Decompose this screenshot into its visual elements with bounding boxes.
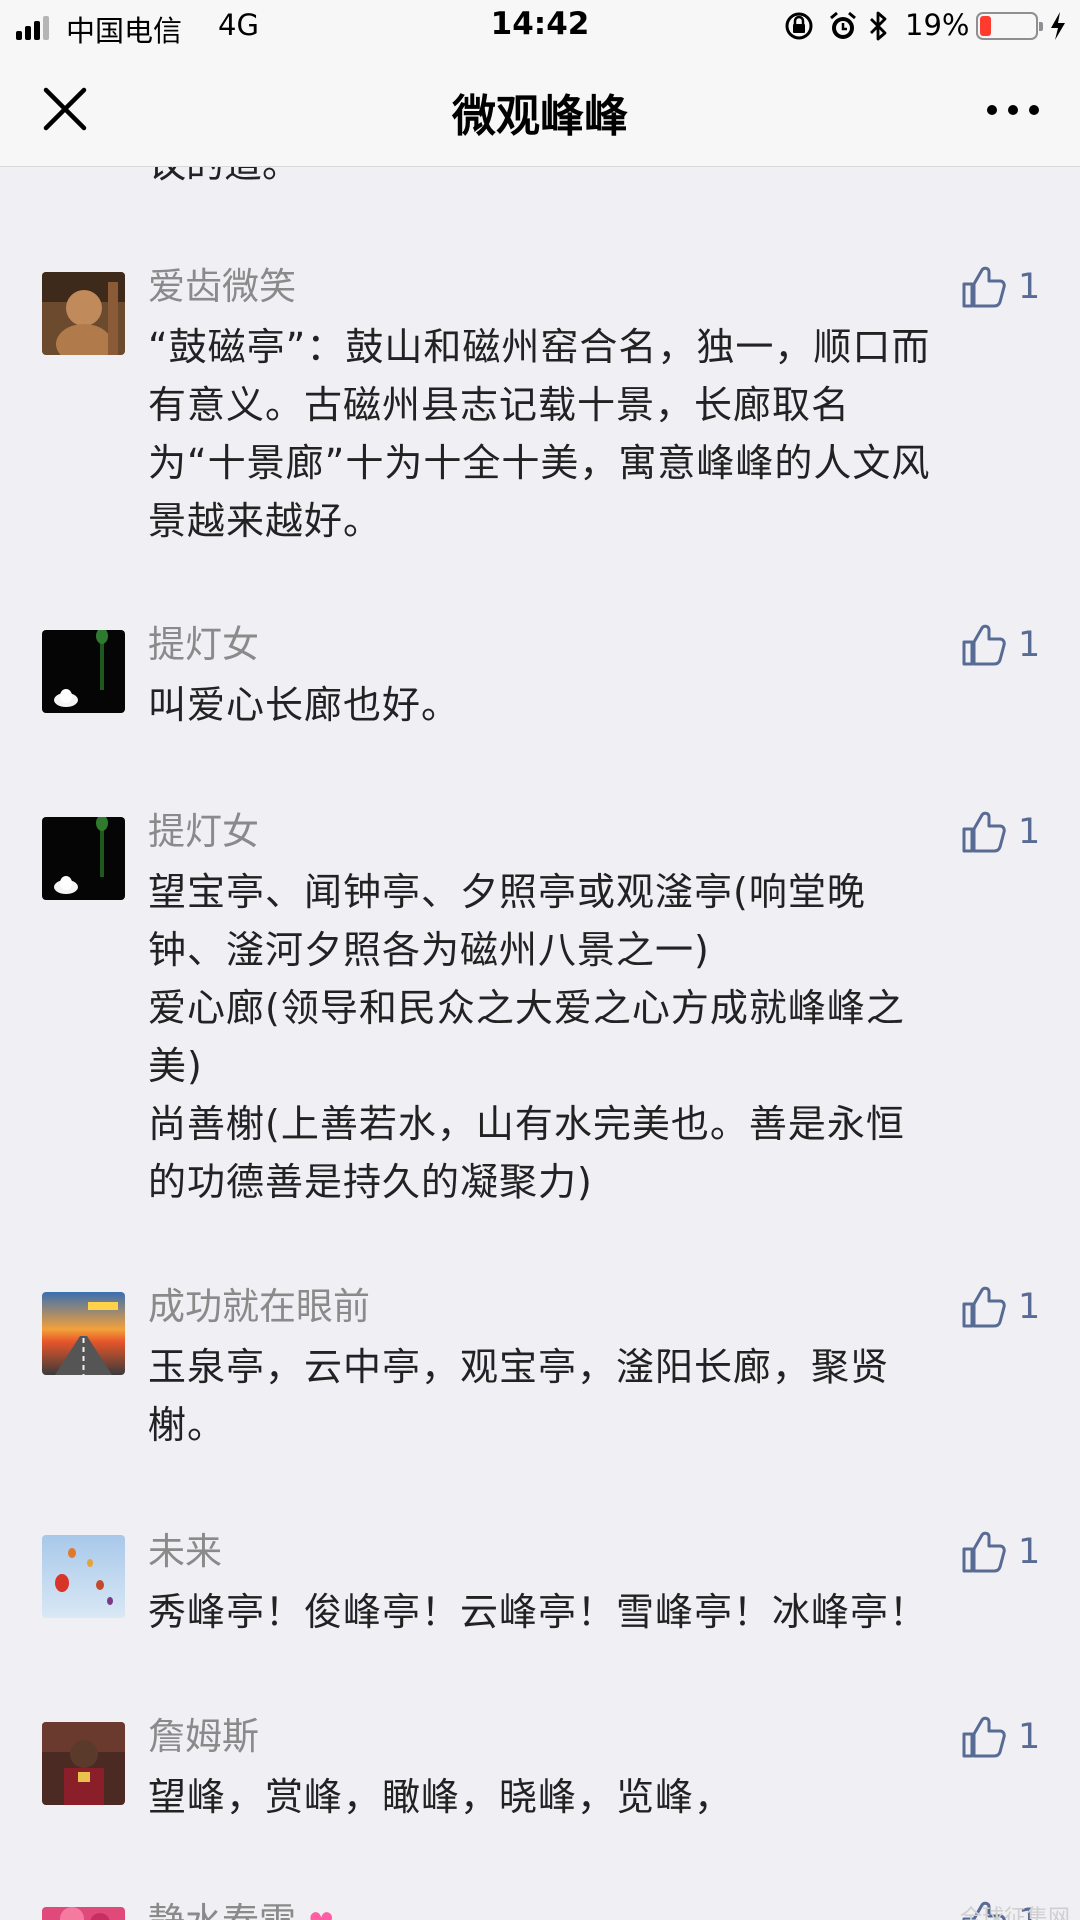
comment-line: 钟、滏河夕照各为磁州八景之一) [148, 928, 710, 972]
comment-line: 的功德善是持久的凝聚力) [148, 1160, 593, 1204]
comment-text: 叫爱心长廊也好。 [148, 676, 1048, 734]
more-icon [987, 105, 1039, 115]
thumbs-up-icon [962, 1286, 1006, 1328]
comment-nickname[interactable]: 成功就在眼前 [148, 1282, 370, 1332]
like-count: 1 [1018, 812, 1041, 852]
comment-line: 玉泉亭，云中亭，观宝亭，滏阳长廊，聚贤 [148, 1345, 890, 1389]
alarm-icon [830, 11, 856, 39]
bluetooth-icon [870, 11, 887, 41]
avatar[interactable] [42, 630, 125, 713]
comment-nickname[interactable]: 静水春雪 ♥ [148, 1897, 335, 1920]
comment-line: 望宝亭、闻钟亭、夕照亭或观滏亭(响堂晚 [148, 870, 866, 914]
avatar[interactable] [42, 1907, 125, 1920]
nav-bar: 微观峰峰 [0, 54, 1080, 167]
comment-text: 秀峰亭！俊峰亭！云峰亭！雪峰亭！冰峰亭！ [148, 1583, 1048, 1641]
comment-nickname[interactable]: 爱齿微笑 [148, 262, 296, 312]
page-title: 微观峰峰 [452, 91, 628, 142]
orientation-lock-icon [785, 12, 813, 40]
battery-fill [980, 16, 992, 36]
comment-nickname[interactable]: 提灯女 [148, 807, 259, 857]
comment-nickname[interactable]: 提灯女 [148, 620, 259, 670]
comment-text: 望峰，赏峰，瞰峰，晓峰，览峰， [148, 1768, 1048, 1826]
screen: 议的道。 爱齿微笑 1 “鼓磁亭”：鼓山和磁州窑合名，独一， [0, 0, 1080, 1920]
comment-text: 玉泉亭，云中亭，观宝亭，滏阳长廊，聚贤 榭。 [148, 1338, 1048, 1454]
avatar[interactable] [42, 1292, 125, 1375]
comment-line: 景越来越好。 [148, 499, 383, 543]
thumbs-up-icon [962, 624, 1006, 666]
comment-line: 尚善榭(上善若水，山有水完美也。善是永恒 [148, 1102, 905, 1146]
avatar[interactable] [42, 1722, 125, 1805]
thumbs-up-icon [962, 1716, 1006, 1758]
battery-nub [1039, 22, 1043, 31]
avatar[interactable] [42, 1535, 125, 1618]
comment-nickname-text: 静水春雪 [148, 1900, 296, 1920]
comment-line: 美) [148, 1044, 203, 1088]
like-button[interactable]: 1 [960, 1282, 1060, 1334]
comment-text: “鼓磁亭”：鼓山和磁州窑合名，独一，顺口而 有意义。古磁州县志记载十景，长廊取名… [148, 318, 1048, 550]
comment-line: 有意义。古磁州县志记载十景，长廊取名 [148, 383, 851, 427]
comment-list: 议的道。 爱齿微笑 1 “鼓磁亭”：鼓山和磁州窑合名，独一， [0, 0, 1080, 1920]
avatar[interactable] [42, 817, 125, 900]
comment-line: 叫爱心长廊也好。 [148, 683, 461, 727]
comment-nickname[interactable]: 詹姆斯 [148, 1712, 259, 1762]
like-button[interactable]: 1 [960, 1712, 1060, 1764]
like-count: 1 [1018, 625, 1041, 665]
like-count: 1 [1018, 267, 1041, 307]
battery-percent: 19% [905, 8, 970, 42]
thumbs-up-icon [962, 266, 1006, 308]
comment-nickname[interactable]: 未来 [148, 1527, 222, 1577]
like-count: 1 [1018, 1532, 1041, 1572]
thumbs-up-icon [962, 1531, 1006, 1573]
like-count: 1 [1018, 1287, 1041, 1327]
heart-emoji-icon: ♥ [308, 1907, 335, 1920]
battery-icon [976, 12, 1043, 40]
comment-line: 为“十景廊”十为十全十美，寓意峰峰的人文风 [148, 441, 931, 485]
like-count: 1 [1018, 1717, 1041, 1757]
comment-text: 望宝亭、闻钟亭、夕照亭或观滏亭(响堂晚 钟、滏河夕照各为磁州八景之一) 爱心廊(… [148, 863, 1048, 1211]
like-button[interactable]: 1 [960, 262, 1060, 314]
comment-line: 秀峰亭！俊峰亭！云峰亭！雪峰亭！冰峰亭！ [148, 1590, 929, 1634]
like-button[interactable]: 1 [960, 807, 1060, 859]
avatar[interactable] [42, 272, 125, 355]
comment-line: 望峰，赏峰，瞰峰，晓峰，览峰， [148, 1775, 734, 1819]
comment-line: 榭。 [148, 1403, 227, 1447]
charging-icon [1051, 12, 1065, 40]
thumbs-up-icon [962, 811, 1006, 853]
status-bar: 中国电信 4G 14:42 19% [0, 0, 1080, 54]
like-button[interactable]: 1 [960, 620, 1060, 672]
watermark: 全球征集网 [960, 1906, 1071, 1920]
comment-line: “鼓磁亭”：鼓山和磁州窑合名，独一，顺口而 [148, 325, 931, 369]
comment-line: 爱心廊(领导和民众之大爱之心方成就峰峰之 [148, 986, 905, 1030]
more-button[interactable] [978, 92, 1048, 128]
like-button[interactable]: 1 [960, 1527, 1060, 1579]
